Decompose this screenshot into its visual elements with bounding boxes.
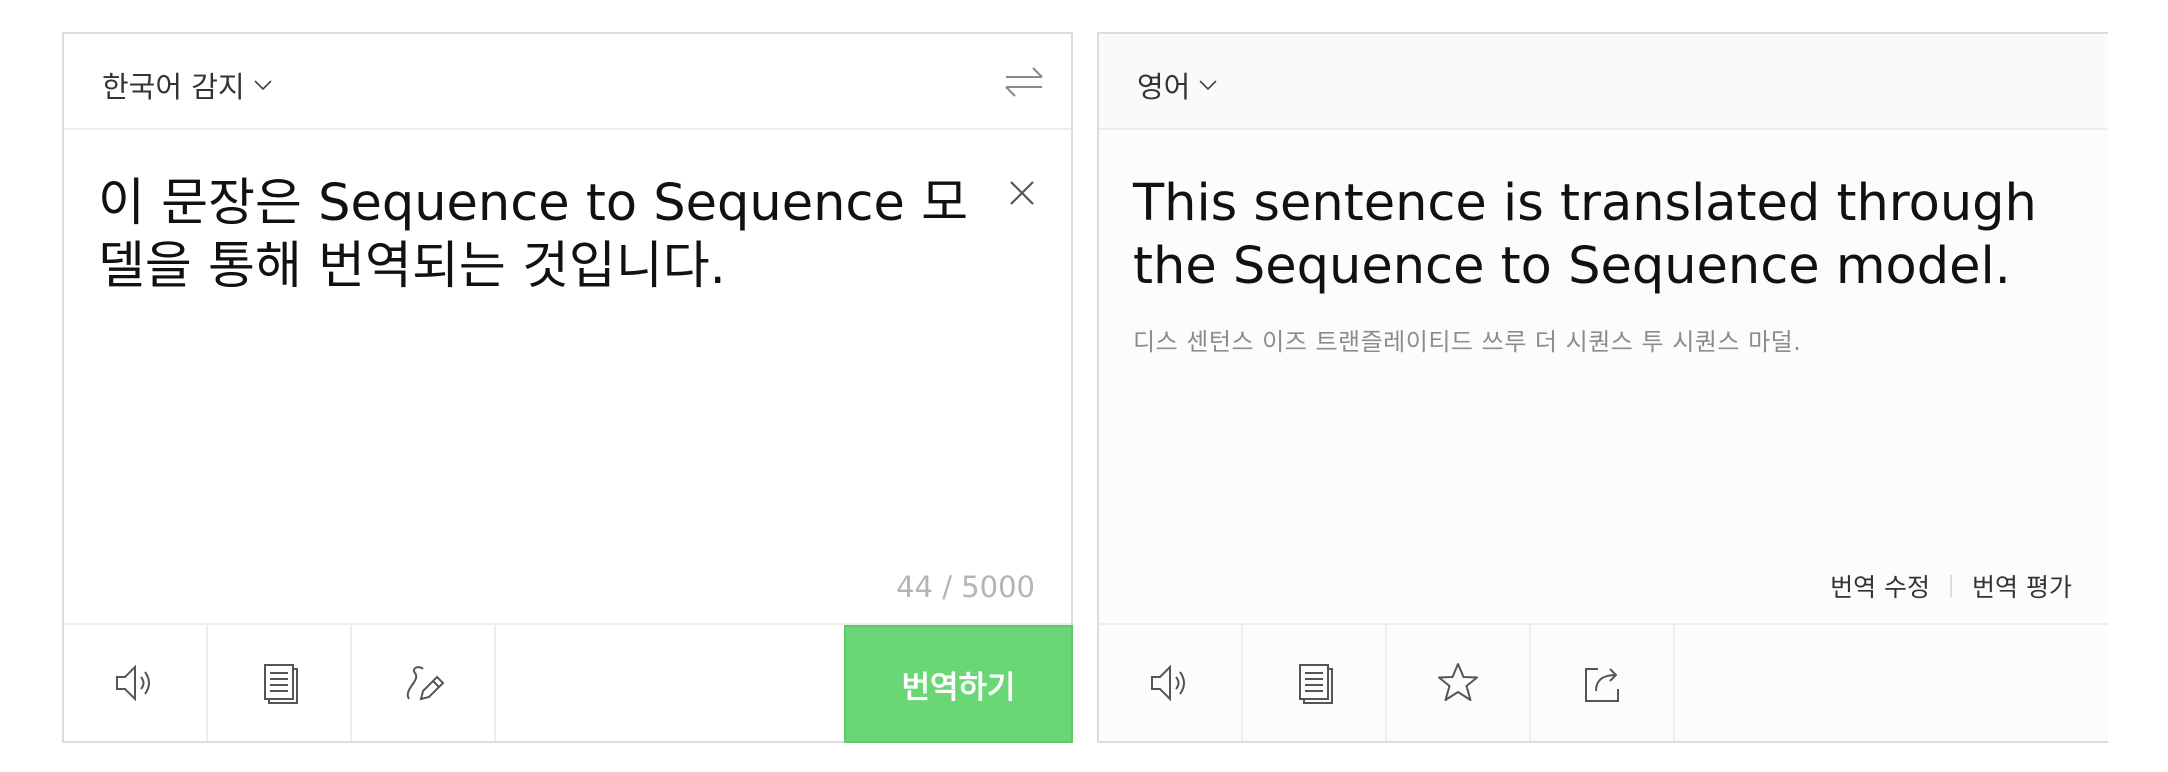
character-count: 44 / 5000 — [896, 570, 1035, 604]
link-divider — [1950, 575, 1953, 597]
copy-icon — [264, 664, 298, 704]
rate-translation-link[interactable]: 번역 평가 — [1972, 568, 2072, 604]
favorite-button[interactable] — [1387, 625, 1531, 741]
target-header: 영어 — [1099, 34, 2108, 130]
swap-languages-icon[interactable] — [1003, 62, 1045, 102]
source-listen-button[interactable] — [64, 625, 208, 741]
handwriting-button[interactable] — [352, 625, 496, 741]
speaker-icon — [1151, 664, 1185, 702]
star-icon — [1438, 663, 1478, 701]
chevron-down-icon — [254, 80, 272, 91]
copy-icon — [1299, 664, 1333, 704]
source-language-select[interactable]: 한국어 감지 — [102, 64, 275, 106]
source-panel: 한국어 감지 이 문장은 Sequence to Sequence 모델을 통해… — [62, 32, 1073, 743]
pronunciation-text: 디스 센턴스 이즈 트랜즐레이티드 쓰루 더 시퀀스 투 시퀀스 마덜. — [1133, 328, 1802, 356]
translate-button[interactable]: 번역하기 — [844, 625, 1073, 743]
handwriting-icon — [406, 666, 445, 701]
source-language-label: 한국어 감지 — [102, 70, 245, 104]
source-text-input[interactable]: 이 문장은 Sequence to Sequence 모델을 통해 번역되는 것… — [98, 172, 978, 298]
target-copy-button[interactable] — [1243, 625, 1387, 741]
share-button[interactable] — [1531, 625, 1675, 741]
chevron-down-icon — [1199, 80, 1217, 91]
share-icon — [1585, 668, 1619, 702]
target-toolbar — [1099, 623, 2108, 741]
translation-feedback-links: 번역 수정 번역 평가 — [1830, 568, 2072, 604]
source-header: 한국어 감지 — [64, 34, 1071, 130]
target-language-label: 영어 — [1137, 70, 1191, 104]
clear-text-icon[interactable] — [1007, 178, 1037, 208]
target-language-select[interactable]: 영어 — [1137, 64, 1220, 106]
source-copy-button[interactable] — [208, 625, 352, 741]
target-panel: 영어 This sentence is translated through t… — [1097, 32, 2108, 743]
target-listen-button[interactable] — [1099, 625, 1243, 741]
translated-text: This sentence is translated through the … — [1133, 174, 2037, 296]
edit-translation-link[interactable]: 번역 수정 — [1830, 568, 1930, 604]
speaker-icon — [116, 664, 150, 702]
